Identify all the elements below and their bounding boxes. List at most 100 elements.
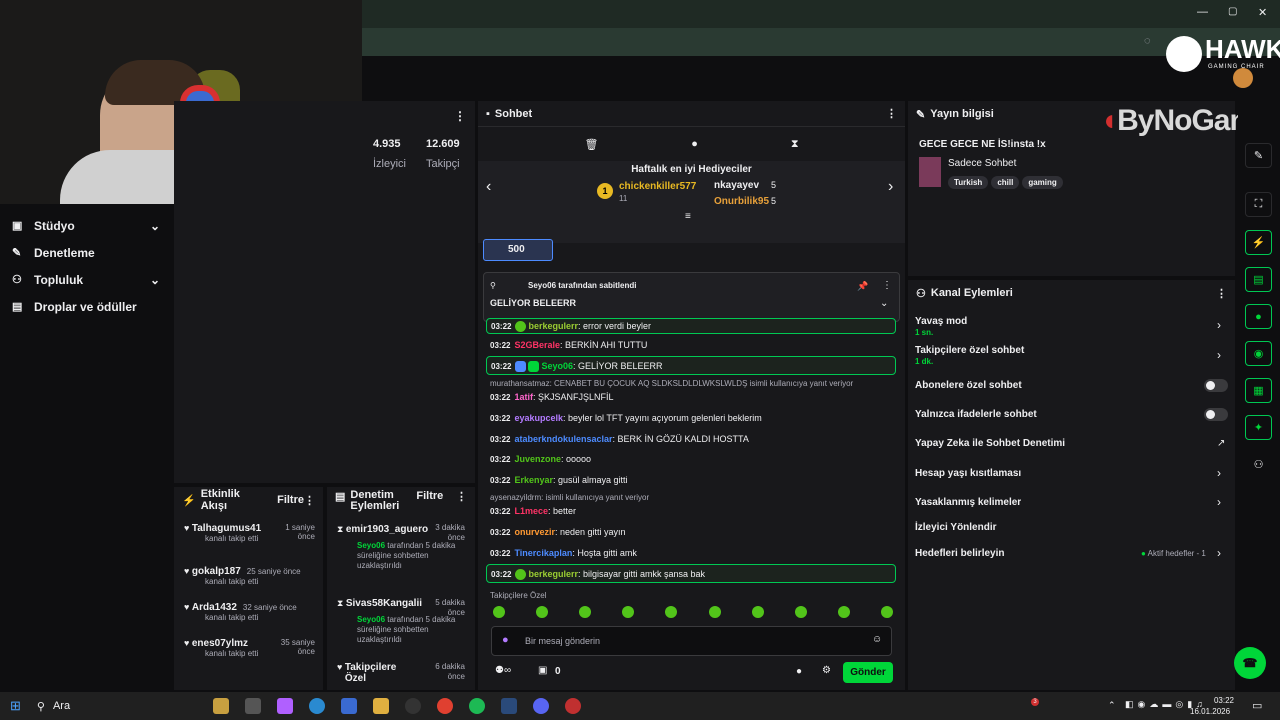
address-bar[interactable]: ◌: [362, 28, 1280, 56]
chevron-right-icon[interactable]: ›: [1217, 348, 1221, 362]
message-icon[interactable]: ●: [796, 666, 802, 677]
taskbar-search[interactable]: Ara: [53, 700, 173, 712]
gifter-name[interactable]: nkayayev: [714, 180, 759, 191]
layout-icon[interactable]: ▦: [1245, 378, 1272, 403]
chat-message[interactable]: 03:22 L1mece: better: [486, 504, 896, 519]
chat-message[interactable]: 03:22 eyakupcelk: beyler lol TFT yayını a…: [486, 411, 896, 426]
category-name[interactable]: Sadece Sohbet: [948, 158, 1016, 169]
kebab-menu-icon[interactable]: ⋮: [456, 490, 467, 503]
sidebar-item-studio[interactable]: ▣ Stüdyo ⌄: [0, 212, 172, 239]
chevron-right-icon[interactable]: ›: [1217, 546, 1221, 560]
followers-only-chat[interactable]: Takipçilere özel sohbet 1 dk.: [915, 345, 1024, 366]
slow-mode[interactable]: Yavaş mod 1 sn.: [915, 316, 967, 337]
pinned-message[interactable]: ⚲ Seyo06 tarafından sabitlendi GELİYOR B…: [483, 272, 900, 322]
xbox-icon[interactable]: [404, 698, 421, 714]
activity-item[interactable]: ♥ enes07ylmz 35 saniye önce kanalı takip e…: [184, 638, 315, 658]
ai-moderation[interactable]: Yapay Zeka ile Sohbet Denetimi: [915, 438, 1065, 449]
notifications-icon[interactable]: ▭: [1252, 699, 1262, 712]
kebab-menu-icon[interactable]: ⋮: [1216, 287, 1227, 300]
gifter-name[interactable]: chickenkiller577: [619, 181, 696, 192]
clipboard-icon[interactable]: ▤: [1245, 267, 1272, 292]
mail-icon[interactable]: [340, 698, 357, 714]
minimize-button[interactable]: —: [1197, 6, 1208, 18]
search-icon[interactable]: ⚲: [37, 700, 45, 713]
emote-icon[interactable]: [880, 606, 893, 618]
raid-viewers[interactable]: İzleyici Yönlendir: [915, 522, 997, 533]
filter-button[interactable]: Filtre: [416, 490, 443, 502]
activity-item[interactable]: ♥ Talhagumus41 1 saniye önce kanalı takip …: [184, 523, 315, 543]
mod-item[interactable]: ⧗ Sivas58Kangalii 5 dakika önce Seyo06 tar…: [337, 598, 465, 645]
chevron-right-icon[interactable]: ›: [1217, 318, 1221, 332]
pencil-icon[interactable]: ✎: [1245, 143, 1272, 168]
chat-message[interactable]: 03:22 ataberkndokulensaclar: BERK İN GÖZÜ…: [486, 432, 896, 447]
gear-icon[interactable]: ⚙: [822, 665, 831, 676]
obs-icon[interactable]: [564, 698, 581, 714]
chat-message[interactable]: 03:22 onurvezir: neden gitti yayın: [486, 525, 896, 540]
chat-message[interactable]: 03:22 berkegulerr: error verdi beyler: [486, 318, 896, 334]
emote-icon[interactable]: [708, 606, 721, 618]
widget-icon[interactable]: [212, 698, 229, 714]
mic-icon[interactable]: ●: [502, 634, 509, 646]
support-button[interactable]: ☎: [1234, 647, 1266, 679]
menu-icon[interactable]: ≡: [685, 211, 691, 222]
spotify-icon[interactable]: [468, 698, 485, 714]
chevron-up-icon[interactable]: ⌃: [1108, 700, 1116, 711]
chat-message[interactable]: 03:22 Juvenzone: ooooo: [486, 452, 896, 467]
external-link-icon[interactable]: ↗: [1217, 438, 1225, 449]
people-icon[interactable]: ⚇: [1245, 452, 1272, 477]
set-goals[interactable]: Hedefleri belirleyin: [915, 548, 1004, 559]
account-age-restriction[interactable]: Hesap yaşı kısıtlaması: [915, 468, 1021, 479]
activity-item[interactable]: ♥ Arda1432 32 saniye önce kanalı takip ett…: [184, 602, 314, 622]
kebab-menu-icon[interactable]: ⋮: [886, 107, 897, 120]
copilot-icon[interactable]: [276, 698, 293, 714]
windows-start-icon[interactable]: ⊞: [10, 698, 21, 714]
sidebar-item-drops[interactable]: ▤ Droplar ve ödüller: [0, 293, 172, 320]
emote-only-toggle[interactable]: [1204, 408, 1228, 421]
chat-message[interactable]: 03:22 Tinercikaplan: Hoşta gitti amk: [486, 546, 896, 561]
pin-icon[interactable]: 📌: [857, 281, 868, 292]
channel-points[interactable]: 500: [483, 239, 553, 261]
chat-message[interactable]: 03:22 1atif: ŞKJSANFJŞLNFİL: [486, 390, 896, 405]
chat-message[interactable]: 03:22 Seyo06: GELİYOR BELEERR: [486, 356, 896, 375]
maximize-button[interactable]: ▢: [1228, 6, 1237, 17]
emote-icon[interactable]: [665, 606, 678, 618]
chevron-down-icon[interactable]: ⌄: [880, 298, 888, 309]
chrome-icon[interactable]: [436, 698, 453, 714]
emoji-icon[interactable]: ☺: [872, 634, 882, 645]
infinity-icon[interactable]: ⚉∞: [495, 665, 511, 676]
sidebar-item-moderation[interactable]: ✎ Denetleme: [0, 239, 172, 266]
emote-icon[interactable]: [837, 606, 850, 618]
eye-off-icon[interactable]: ◌: [1144, 35, 1151, 47]
kebab-menu-icon[interactable]: ⋮: [304, 494, 315, 507]
send-button[interactable]: Gönder: [843, 662, 893, 683]
close-button[interactable]: ✕: [1258, 6, 1267, 19]
emote-icon[interactable]: [794, 606, 807, 618]
broadcast-icon[interactable]: ◉: [1245, 341, 1272, 366]
clock-date[interactable]: 16.01.2026: [1190, 707, 1230, 716]
task-view-icon[interactable]: [244, 698, 261, 714]
avatar[interactable]: [1233, 68, 1253, 88]
chevron-right-icon[interactable]: ›: [888, 178, 893, 196]
kebab-menu-icon[interactable]: ⋮: [454, 109, 466, 123]
lightning-icon[interactable]: ⚡: [1245, 230, 1272, 255]
chat-input[interactable]: ● Bir mesaj gönderin ☺: [491, 626, 892, 656]
mod-item[interactable]: ♥ Takipçilere Özel 6 dakika önce: [337, 662, 465, 684]
steam-icon[interactable]: [500, 698, 517, 714]
chat-message[interactable]: 03:22 S2GBerale: BERKİN AHI TUTTU: [486, 338, 896, 353]
chat-icon[interactable]: ●: [1245, 304, 1272, 329]
emote-icon[interactable]: [536, 606, 549, 618]
gifter-name[interactable]: Onurbilik95: [714, 196, 769, 207]
emote-icon[interactable]: [751, 606, 764, 618]
wrench-icon[interactable]: ✦: [1245, 415, 1272, 440]
fullscreen-icon[interactable]: ⛶: [1245, 192, 1272, 217]
activity-item[interactable]: ♥ gokalp187 25 saniye önce kanalı takip et…: [184, 566, 314, 586]
kebab-menu-icon[interactable]: ⋮: [882, 280, 892, 291]
chat-message[interactable]: 03:22 Erkenyar: gusül almaya gitti: [486, 473, 896, 488]
tag[interactable]: gaming: [1022, 176, 1063, 189]
clock-time[interactable]: 03:22: [1204, 696, 1234, 705]
filter-button[interactable]: Filtre: [277, 494, 304, 506]
mod-item[interactable]: ⧗ emir1903_aguero 3 dakika önce Seyo06 tar…: [337, 523, 465, 571]
emote-icon[interactable]: [622, 606, 635, 618]
chevron-left-icon[interactable]: ‹: [486, 178, 491, 196]
chevron-right-icon[interactable]: ›: [1217, 466, 1221, 480]
